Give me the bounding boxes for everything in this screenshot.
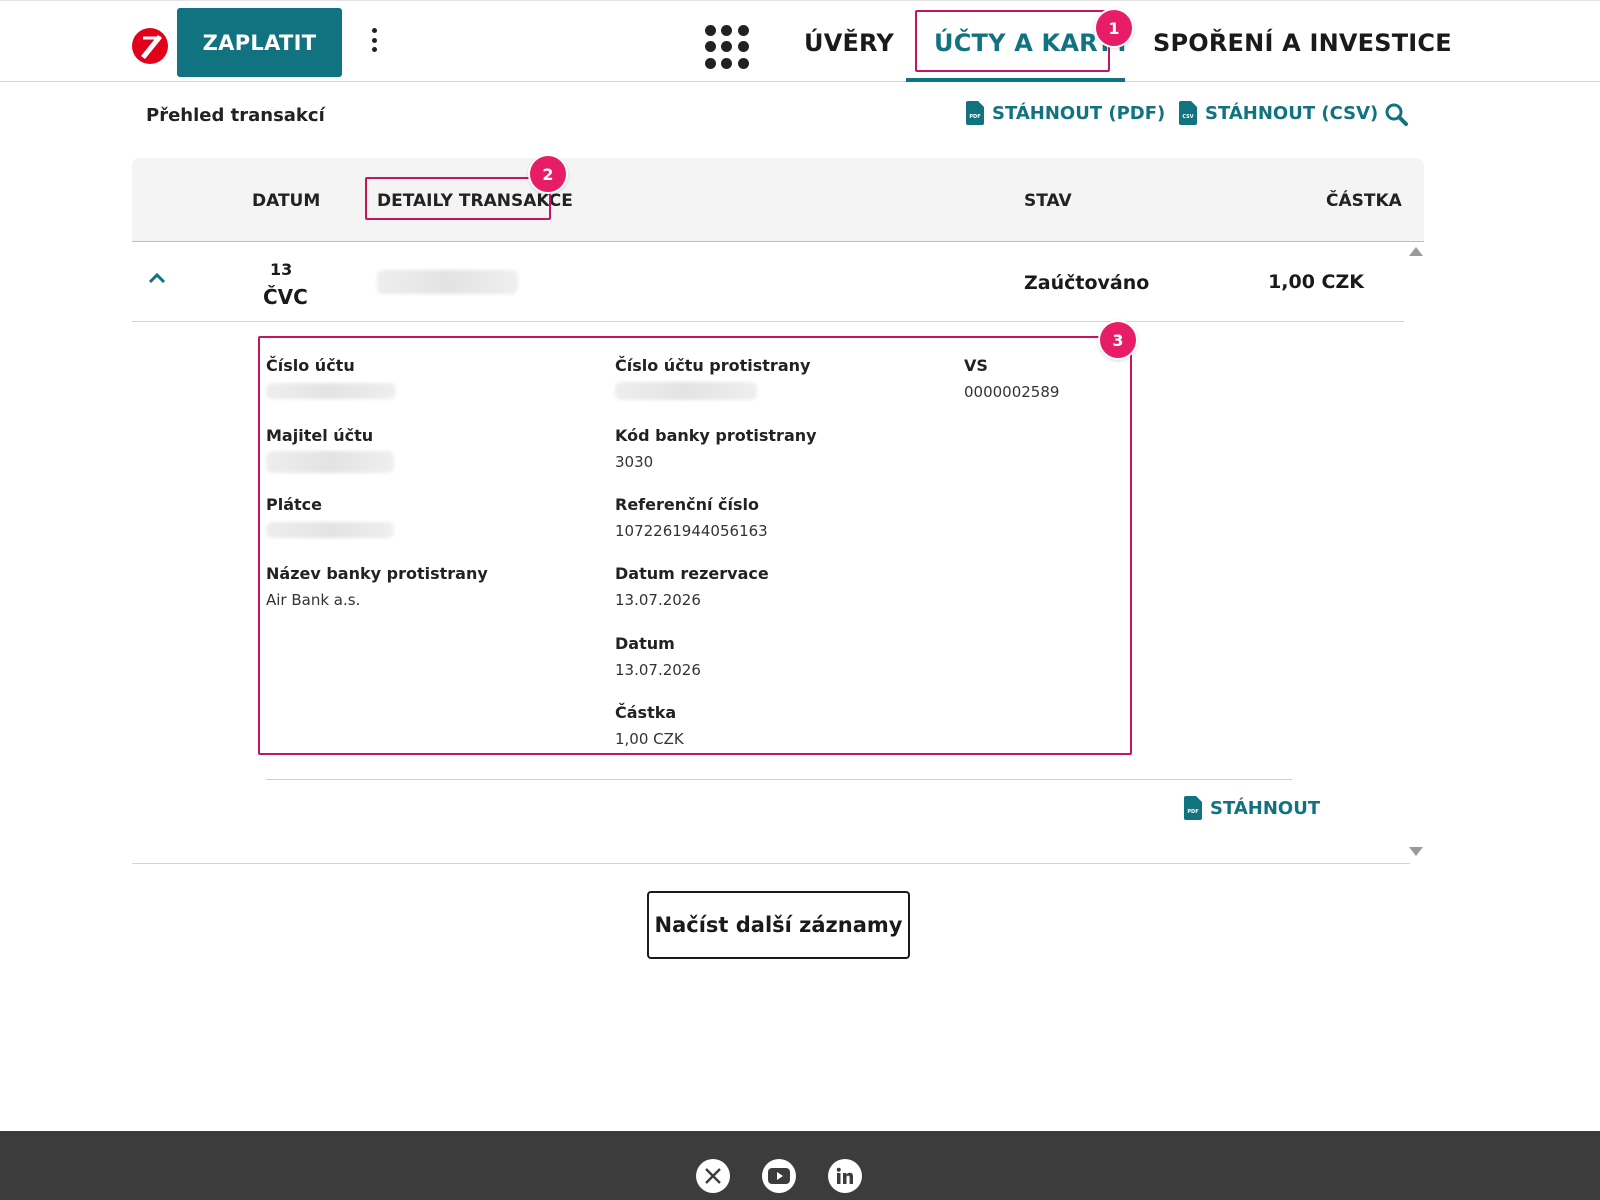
annotation-badge-1: 1 xyxy=(1094,8,1134,48)
download-csv-label: STÁHNOUT (CSV) xyxy=(1205,102,1379,124)
table-header: DATUM DETAILY TRANSAKCE STAV ČÁSTKA xyxy=(132,158,1424,242)
download-csv-button[interactable]: CSV STÁHNOUT (CSV) xyxy=(1179,101,1378,125)
scroll-down-arrow-icon[interactable] xyxy=(1409,847,1423,856)
scroll-up-arrow-icon[interactable] xyxy=(1409,247,1423,256)
pay-button[interactable]: ZAPLATIT xyxy=(177,8,342,77)
bank-logo-icon[interactable] xyxy=(131,27,169,65)
annotation-box-3 xyxy=(258,336,1132,755)
divider xyxy=(132,863,1410,864)
more-options-icon[interactable] xyxy=(364,25,384,55)
page-title: Přehled transakcí xyxy=(146,105,325,126)
annotation-badge-2: 2 xyxy=(528,154,568,194)
chevron-up-icon[interactable] xyxy=(147,268,167,288)
youtube-icon[interactable] xyxy=(762,1159,796,1193)
column-header-date[interactable]: DATUM xyxy=(252,191,320,211)
load-more-button[interactable]: Načíst další záznamy xyxy=(647,891,910,959)
divider xyxy=(266,779,1292,780)
transaction-day: 13 xyxy=(270,260,293,279)
linkedin-logo-glyph xyxy=(836,1167,853,1184)
x-icon[interactable] xyxy=(696,1159,730,1193)
transaction-amount: 1,00 CZK xyxy=(1268,271,1364,293)
download-pdf-button[interactable]: PDF STÁHNOUT (PDF) xyxy=(966,101,1165,125)
table-row[interactable]: 13 ČVC Zaúčtováno 1,00 CZK xyxy=(132,242,1404,322)
svg-text:CSV: CSV xyxy=(1182,114,1193,120)
transaction-month: ČVC xyxy=(263,285,308,309)
top-navigation-bar: ZAPLATIT ÚVĚRY ÚČTY A KARTY SPOŘENÍ A IN… xyxy=(0,0,1600,82)
download-transaction-button[interactable]: PDF STÁHNOUT xyxy=(1184,796,1320,820)
annotation-box-1 xyxy=(915,10,1110,72)
linkedin-icon[interactable] xyxy=(828,1159,862,1193)
svg-text:PDF: PDF xyxy=(1187,809,1198,815)
annotation-box-2 xyxy=(365,177,551,220)
svg-text:PDF: PDF xyxy=(969,114,980,120)
footer xyxy=(0,1131,1600,1200)
column-header-amount[interactable]: ČÁSTKA xyxy=(1326,191,1402,211)
x-logo-glyph xyxy=(705,1168,721,1184)
apps-grid-icon[interactable] xyxy=(705,25,751,71)
csv-file-icon: CSV xyxy=(1179,101,1197,125)
nav-loans[interactable]: ÚVĚRY xyxy=(804,29,894,57)
nav-savings-and-investments[interactable]: SPOŘENÍ A INVESTICE xyxy=(1153,29,1452,57)
column-header-status[interactable]: STAV xyxy=(1024,191,1072,211)
active-tab-indicator xyxy=(906,78,1125,82)
pdf-file-icon: PDF xyxy=(1184,796,1202,820)
search-icon[interactable] xyxy=(1384,102,1408,126)
annotation-badge-3: 3 xyxy=(1098,320,1138,360)
download-pdf-label: STÁHNOUT (PDF) xyxy=(992,102,1166,124)
redacted-description xyxy=(377,270,518,294)
transaction-status: Zaúčtováno xyxy=(1024,272,1150,294)
pdf-file-icon: PDF xyxy=(966,101,984,125)
youtube-logo-glyph xyxy=(768,1168,790,1184)
download-transaction-label: STÁHNOUT xyxy=(1210,797,1321,819)
